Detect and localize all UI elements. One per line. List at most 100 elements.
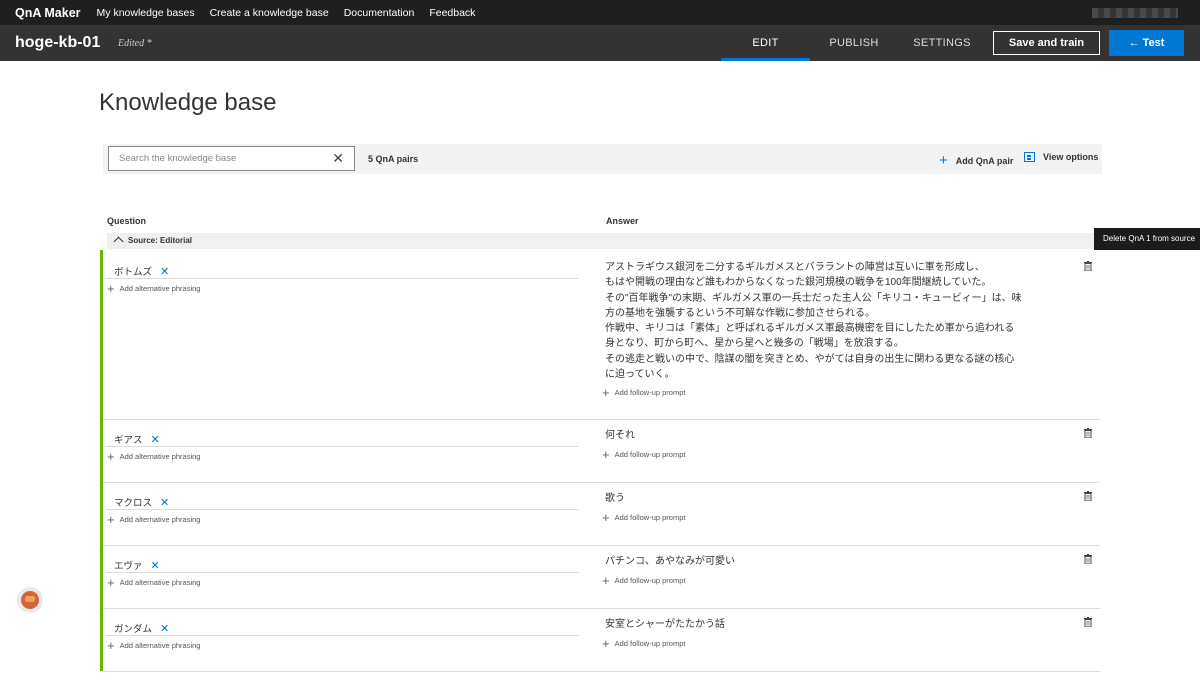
add-qna-pair-button[interactable]: + Add QnA pair	[939, 152, 1013, 169]
add-followup-label: Add follow-up prompt	[614, 388, 686, 397]
add-followup-label: Add follow-up prompt	[614, 513, 686, 522]
question-label: ボトムズ	[114, 267, 153, 278]
plus-icon: +	[107, 281, 115, 296]
nav-create-kb[interactable]: Create a knowledge base	[210, 7, 329, 19]
table-row: マクロス ✕ + Add alternative phrasing 歌う + Add …	[103, 483, 1100, 546]
source-label: Source: Editorial	[128, 236, 193, 245]
kb-name: hoge-kb-01	[15, 34, 101, 51]
add-follow-up-prompt-button[interactable]: + Add follow-up prompt	[602, 573, 685, 588]
source-group-toggle[interactable]: Source: Editorial	[107, 233, 1100, 249]
close-icon[interactable]: ✕	[332, 150, 344, 167]
trash-icon[interactable]	[1084, 491, 1092, 501]
add-alt-label: Add alternative phrasing	[119, 578, 201, 587]
answer-text[interactable]: アストラギウス銀河を二分するギルガメスとバララントの陣営は互いに軍を形成し、 も…	[605, 260, 1025, 382]
add-alternative-phrasing-button[interactable]: + Add alternative phrasing	[107, 281, 200, 296]
question-text[interactable]: ボトムズ ✕	[114, 264, 169, 278]
table-row: エヴァ ✕ + Add alternative phrasing パチンコ、あやなみ…	[103, 546, 1100, 609]
user-account[interactable]	[1092, 8, 1178, 18]
answer-text[interactable]: 歌う	[605, 491, 1025, 506]
add-alt-label: Add alternative phrasing	[119, 452, 201, 461]
plus-icon: +	[602, 636, 610, 651]
answer-text[interactable]: 何それ	[605, 428, 1025, 443]
divider	[106, 572, 579, 573]
table-row: ボトムズ ✕ + Add alternative phrasing アストラギウス銀…	[103, 250, 1100, 420]
close-icon[interactable]: ✕	[160, 623, 169, 635]
divider	[106, 278, 579, 279]
add-alt-label: Add alternative phrasing	[119, 515, 201, 524]
close-icon[interactable]: ✕	[151, 560, 160, 572]
answer-column-header: Answer	[606, 216, 639, 226]
question-label: エヴァ	[114, 561, 143, 572]
view-options-button[interactable]: View options	[1024, 152, 1098, 162]
question-text[interactable]: ガンダム ✕	[114, 621, 169, 635]
nav-feedback[interactable]: Feedback	[429, 7, 475, 19]
add-followup-label: Add follow-up prompt	[614, 576, 686, 585]
question-text[interactable]: エヴァ ✕	[114, 558, 160, 572]
close-icon[interactable]: ✕	[160, 497, 169, 509]
kb-header: hoge-kb-01 Edited * EDIT PUBLISH SETTING…	[0, 25, 1200, 61]
question-text[interactable]: マクロス ✕	[114, 495, 169, 509]
add-alt-label: Add alternative phrasing	[119, 284, 201, 293]
question-column-header: Question	[107, 216, 147, 226]
top-nav: QnA Maker My knowledge bases Create a kn…	[0, 0, 1200, 25]
add-follow-up-prompt-button[interactable]: + Add follow-up prompt	[602, 385, 685, 400]
trash-icon[interactable]	[1084, 428, 1092, 438]
search-placeholder: Search the knowledge base	[119, 153, 237, 164]
question-text[interactable]: ギアス ✕	[114, 432, 160, 446]
avatar-image	[21, 591, 39, 609]
chevron-up-icon	[113, 236, 124, 247]
close-icon[interactable]: ✕	[160, 266, 169, 278]
nav-my-kbs[interactable]: My knowledge bases	[97, 7, 195, 19]
plus-icon: +	[602, 385, 610, 400]
edit-status: Edited *	[118, 38, 152, 49]
plus-icon: +	[939, 152, 948, 169]
add-follow-up-prompt-button[interactable]: + Add follow-up prompt	[602, 510, 685, 525]
search-input[interactable]: Search the knowledge base ✕	[108, 146, 355, 171]
add-followup-label: Add follow-up prompt	[614, 639, 686, 648]
trash-icon[interactable]	[1084, 617, 1092, 627]
question-label: マクロス	[114, 498, 153, 509]
tab-publish[interactable]: PUBLISH	[820, 25, 888, 61]
kb-toolbar: Search the knowledge base ✕ 5 QnA pairs …	[103, 144, 1102, 174]
answer-text[interactable]: 安室とシャーがたたかう話	[605, 617, 1025, 632]
plus-icon: +	[602, 573, 610, 588]
question-label: ギアス	[114, 435, 143, 446]
plus-icon: +	[107, 449, 115, 464]
add-follow-up-prompt-button[interactable]: + Add follow-up prompt	[602, 636, 685, 651]
answer-line: その"百年戦争"の末期、ギルガメス軍の一兵士だった主人公「キリコ・キュービィー」…	[605, 292, 1022, 304]
answer-line: もはや開戦の理由など誰もわからなくなった銀河規模の戦争を100年間継続していた。	[605, 277, 992, 289]
brand-link[interactable]: QnA Maker	[15, 6, 81, 20]
tab-edit[interactable]: EDIT	[721, 25, 810, 61]
add-alternative-phrasing-button[interactable]: + Add alternative phrasing	[107, 638, 200, 653]
close-icon[interactable]: ✕	[151, 434, 160, 446]
test-button[interactable]: ← Test	[1109, 30, 1184, 56]
add-alternative-phrasing-button[interactable]: + Add alternative phrasing	[107, 449, 200, 464]
trash-icon[interactable]	[1084, 261, 1092, 271]
answer-line: アストラギウス銀河を二分するギルガメスとバララントの陣営は互いに軍を形成し、	[605, 262, 985, 273]
page-title: Knowledge base	[99, 89, 277, 116]
plus-icon: +	[602, 510, 610, 525]
avatar-icon[interactable]	[17, 587, 43, 613]
plus-icon: +	[107, 575, 115, 590]
view-options-icon	[1024, 152, 1035, 162]
answer-line: 方の基地を強襲するという不可解な作戦に参加させられる。	[605, 307, 875, 319]
trash-icon[interactable]	[1084, 554, 1092, 564]
divider	[106, 446, 579, 447]
nav-documentation[interactable]: Documentation	[344, 7, 415, 19]
answer-line: に迫っていく。	[605, 369, 675, 381]
answer-text[interactable]: パチンコ、あやなみが可愛い	[605, 554, 1025, 569]
add-alt-label: Add alternative phrasing	[119, 641, 201, 650]
view-options-label: View options	[1043, 152, 1099, 162]
answer-line: その逃走と戦いの中で、陰謀の闇を突きとめ、やがては自身の出生に関わる更なる謎の核…	[605, 353, 1015, 365]
answer-line: 身となり、町から町へ、星から星へと幾多の「戦場」を放浪する。	[605, 338, 904, 350]
save-and-train-button[interactable]: Save and train	[993, 31, 1100, 55]
add-alternative-phrasing-button[interactable]: + Add alternative phrasing	[107, 512, 200, 527]
plus-icon: +	[107, 512, 115, 527]
add-follow-up-prompt-button[interactable]: + Add follow-up prompt	[602, 447, 685, 462]
table-row: ギアス ✕ + Add alternative phrasing 何それ + Add …	[103, 420, 1100, 483]
qna-pair-count: 5 QnA pairs	[368, 154, 419, 164]
table-row: ガンダム ✕ + Add alternative phrasing 安室とシャーがた…	[103, 609, 1100, 672]
add-alternative-phrasing-button[interactable]: + Add alternative phrasing	[107, 575, 200, 590]
delete-tooltip: Delete QnA 1 from source	[1094, 228, 1200, 250]
tab-settings[interactable]: SETTINGS	[906, 25, 978, 61]
